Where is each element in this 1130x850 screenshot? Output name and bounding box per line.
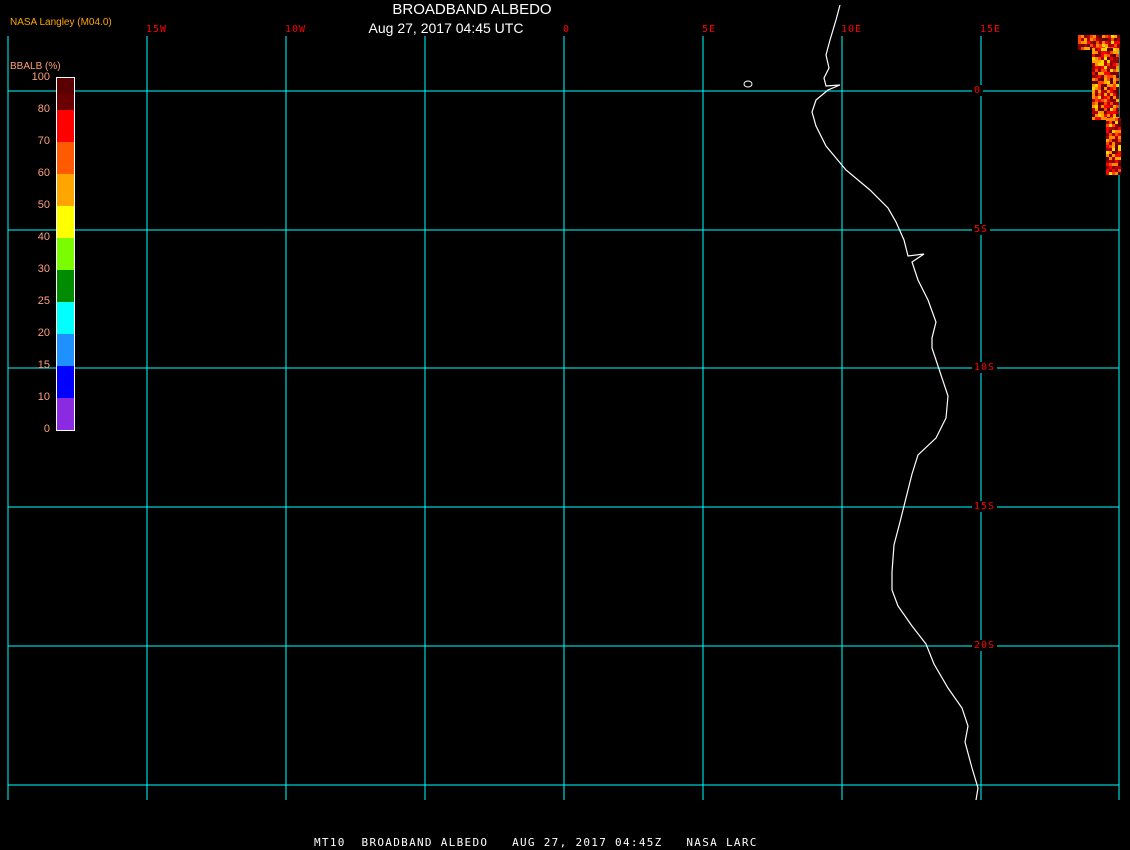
colorbar-segment (57, 366, 74, 398)
map-subtitle: Aug 27, 2017 04:45 UTC (368, 20, 524, 36)
longitude-label: 10E (841, 24, 863, 35)
colorbar-segment (57, 94, 74, 110)
colorbar-tick-label: 50 (37, 199, 50, 211)
colorbar-segment (57, 110, 74, 142)
colorbar (56, 77, 75, 431)
colorbar-tick-label: 10 (37, 391, 50, 403)
colorbar-segment (57, 142, 74, 174)
longitude-label: 5E (702, 24, 717, 35)
map-canvas (7, 4, 1121, 801)
colorbar-tick-label: 20 (37, 327, 50, 339)
map-title: BROADBAND ALBEDO (392, 1, 552, 18)
colorbar-segment (57, 206, 74, 238)
colorbar-segment (57, 174, 74, 206)
colorbar-segment (57, 398, 74, 430)
latitude-label: 0 (972, 85, 984, 96)
longitude-label: 0 (563, 24, 571, 35)
colorbar-tick-label: 0 (43, 423, 50, 435)
colorbar-tick-label: 40 (37, 231, 50, 243)
source-label: NASA Langley (M04.0) (10, 17, 112, 28)
coastline (811, 4, 979, 801)
colorbar-tick-label: 25 (37, 295, 50, 307)
colorbar-segment (57, 270, 74, 302)
colorbar-tick-label: 80 (37, 103, 50, 115)
island (743, 80, 753, 88)
colorbar-segment (57, 238, 74, 270)
latitude-label: 10S (972, 362, 998, 373)
latitude-label: 20S (972, 640, 998, 651)
colorbar-segment (57, 302, 74, 334)
colorbar-segment (57, 334, 74, 366)
latitude-label: 5S (972, 224, 991, 235)
longitude-label: 10W (285, 24, 307, 35)
latitude-label: 15S (972, 501, 998, 512)
colorbar-tick-label: 15 (37, 359, 50, 371)
longitude-label: 15W (146, 24, 168, 35)
longitude-label: 15E (980, 24, 1002, 35)
colorbar-tick-label: 70 (37, 135, 50, 147)
footer-caption: MT10 BROADBAND ALBEDO AUG 27, 2017 04:45… (314, 836, 758, 849)
colorbar-tick-label: 60 (37, 167, 50, 179)
albedo-data-pixels (1078, 35, 1121, 175)
colorbar-tick-label: 30 (37, 263, 50, 275)
colorbar-tick-label: 100 (31, 71, 50, 83)
graticule (7, 36, 1120, 800)
colorbar-segment (57, 78, 74, 94)
